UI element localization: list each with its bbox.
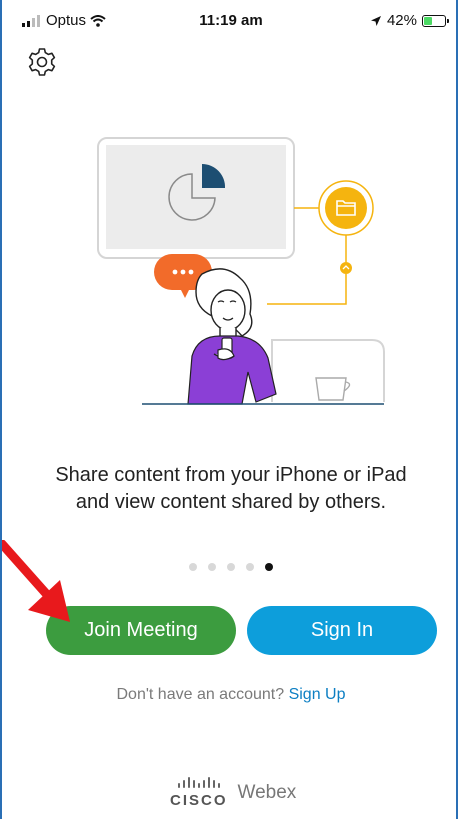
pagination-dot[interactable] — [189, 563, 197, 571]
cisco-bars-icon — [177, 777, 220, 788]
monitor-illustration — [97, 137, 295, 259]
gear-icon[interactable] — [26, 46, 58, 78]
pagination-dot[interactable] — [246, 563, 254, 571]
location-arrow-icon — [370, 15, 381, 26]
sign-in-button[interactable]: Sign In — [247, 606, 437, 655]
share-content-illustration — [97, 137, 385, 405]
no-account-text: Don't have an account? — [116, 686, 285, 703]
cisco-logo: CISCO — [170, 776, 228, 809]
onboarding-caption: Share content from your iPhone or iPad a… — [55, 464, 407, 513]
sign-up-link[interactable]: Sign Up — [289, 686, 346, 703]
battery-percent: 42% — [386, 12, 417, 29]
annotation-arrow-icon — [2, 540, 70, 622]
person-illustration — [187, 268, 277, 405]
cisco-wordmark: CISCO — [170, 792, 228, 809]
pagination-dot[interactable] — [265, 563, 273, 571]
webex-wordmark: Webex — [237, 781, 297, 803]
pagination-dot[interactable] — [208, 563, 216, 571]
pagination-dot[interactable] — [227, 563, 235, 571]
status-bar: Optus 11:19 am 42% — [2, 0, 458, 44]
status-right: 42% — [370, 12, 449, 29]
battery-charging-icon — [422, 14, 449, 27]
app-screen: Optus 11:19 am 42% Share content from yo… — [0, 0, 458, 819]
sign-up-prompt: Don't have an account? Sign Up — [2, 686, 458, 704]
coffee-cup-icon — [315, 377, 351, 401]
cisco-webex-logo: CISCO Webex — [170, 776, 296, 809]
